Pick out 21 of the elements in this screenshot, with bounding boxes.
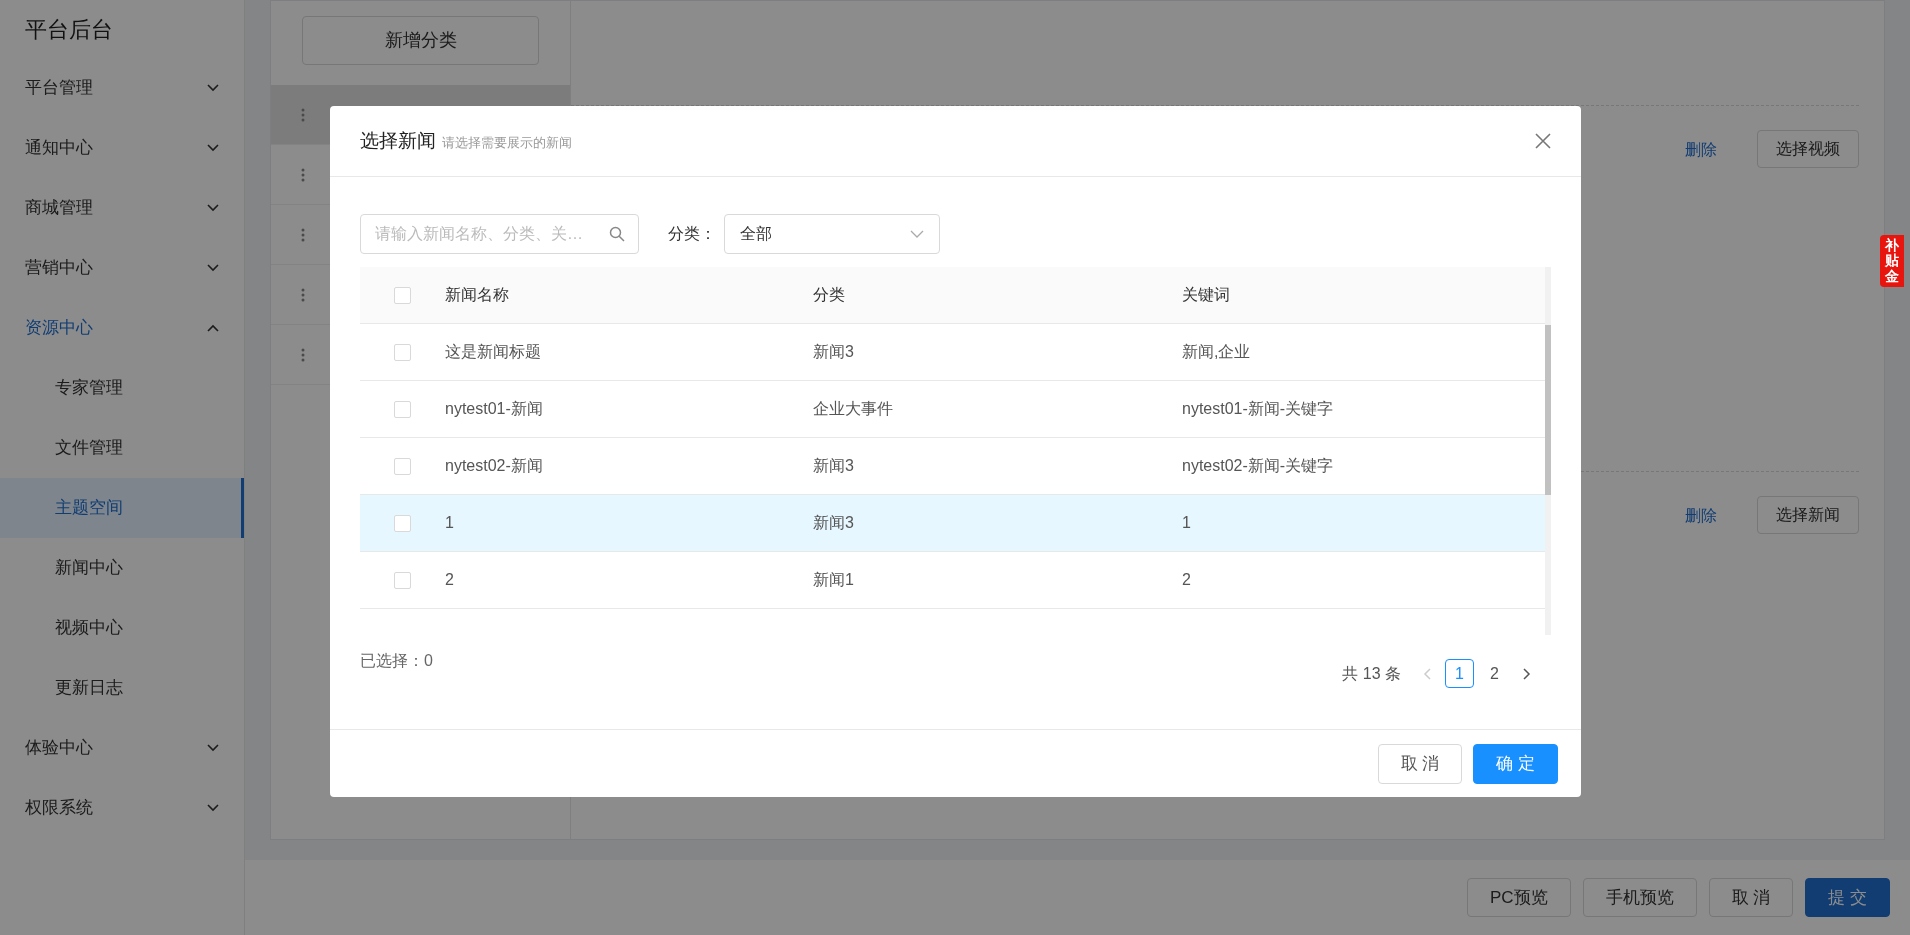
table-cell-text: 企业大事件: [813, 399, 894, 419]
table-cell-text: 新闻3: [813, 342, 855, 362]
table-cell-text: nytest01-新闻: [445, 399, 544, 419]
table-cell-text: 这是新闻标题: [445, 342, 542, 362]
dialog-title: 选择新闻: [360, 128, 436, 153]
table-cell-text: 2: [1182, 570, 1192, 590]
selected-count: 已选择：0: [360, 651, 433, 671]
table-cell-text: nytest01-新闻-关键字: [1182, 399, 1335, 419]
table-cell-text: 2: [445, 570, 455, 590]
table-cell-text: 新闻,企业: [1182, 342, 1252, 362]
dialog-subtitle: 请选择需要展示的新闻: [442, 133, 572, 152]
table-cell-text: 新闻3: [813, 513, 855, 533]
table-cell-text: 1: [445, 513, 455, 533]
table-cell-text: nytest02-新闻-关键字: [1182, 456, 1335, 476]
filter-label: 分类：: [668, 224, 716, 244]
total-count: 共 13 条: [1342, 663, 1401, 684]
table-cell-text: 新闻1: [813, 570, 855, 590]
table-cell-text: nytest02-新闻: [445, 456, 544, 476]
table-cell-text: 1: [1182, 513, 1192, 533]
table-cell-text: 新闻3: [813, 456, 855, 476]
app-title: 平台后台: [24, 15, 114, 44]
